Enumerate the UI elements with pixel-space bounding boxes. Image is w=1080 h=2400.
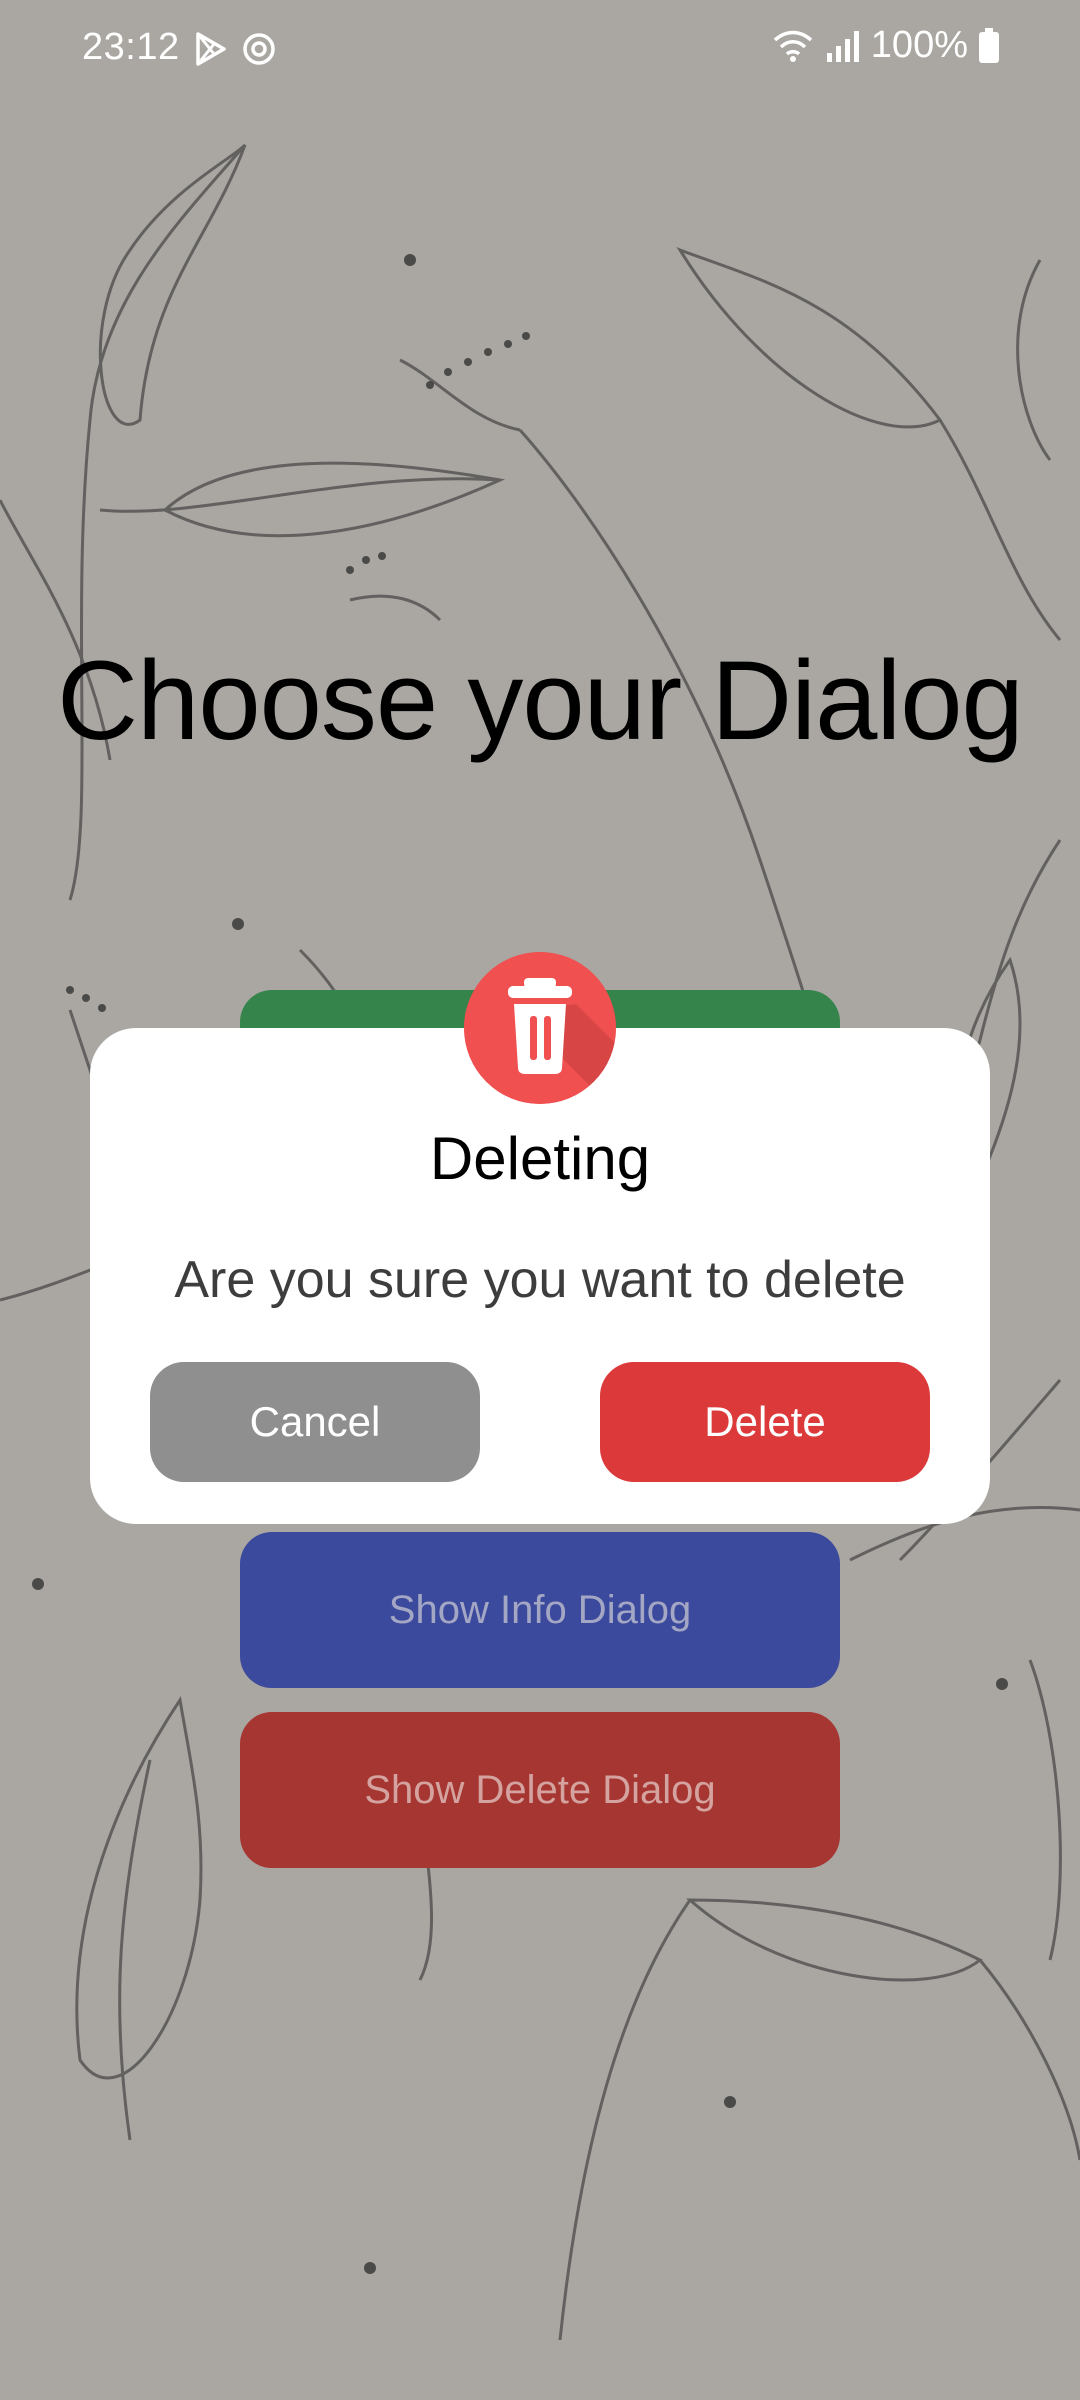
signal-icon: [826, 30, 859, 62]
battery-percentage: 100%: [870, 24, 968, 66]
battery-icon: [979, 27, 999, 63]
play-store-icon: [196, 32, 226, 66]
show-info-dialog-button[interactable]: Show Info Dialog: [240, 1532, 840, 1688]
trash-icon: [464, 952, 616, 1104]
cancel-button[interactable]: Cancel: [150, 1362, 480, 1482]
dialog-title: Deleting: [429, 1125, 651, 1192]
dialog-icon-badge: [464, 952, 616, 1104]
app-screen: 23:12 100% Choose your Dialog Show Info …: [0, 0, 1080, 2400]
status-bar: 23:12 100%: [0, 0, 1080, 82]
status-right-group: 100%: [771, 24, 1000, 67]
sync-icon: [243, 33, 275, 65]
dialog-message: Are you sure you want to delete: [174, 1251, 906, 1309]
wifi-icon: [773, 30, 812, 62]
show-delete-dialog-button[interactable]: Show Delete Dialog: [240, 1712, 840, 1868]
delete-button[interactable]: Delete: [600, 1362, 930, 1482]
page-title: Choose your Dialog: [57, 638, 1024, 763]
status-time: 23:12: [82, 26, 180, 68]
